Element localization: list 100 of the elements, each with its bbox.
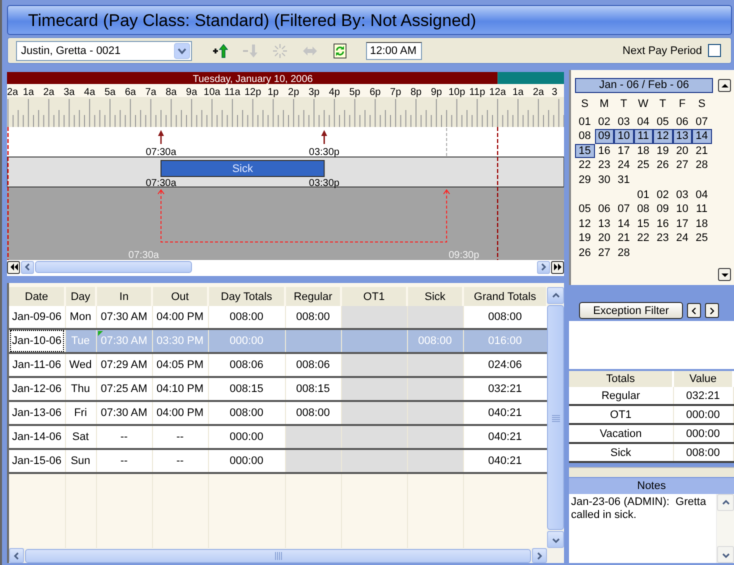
absence-time: 03:30p [308, 178, 340, 189]
calendar-day[interactable]: 14 [614, 216, 634, 232]
calendar-day[interactable]: 31 [614, 172, 634, 188]
calendar-day[interactable]: 04 [692, 188, 712, 202]
calendar-day[interactable]: 25 [692, 231, 712, 246]
calendar-day[interactable]: 24 [672, 231, 692, 246]
column-header[interactable]: Value [673, 371, 733, 387]
calendar-day[interactable]: 02 [653, 188, 672, 202]
calendar-day[interactable]: 06 [594, 202, 614, 217]
scroll-up-button[interactable] [717, 494, 734, 511]
calendar-day[interactable]: 20 [672, 144, 692, 158]
calendar-day[interactable]: 25 [634, 158, 653, 173]
calendar-day[interactable]: 02 [594, 114, 614, 130]
calendar-day[interactable]: 07 [614, 202, 634, 217]
calendar-day[interactable]: 01 [575, 114, 594, 130]
scroll-up-button[interactable] [547, 287, 564, 304]
next-button[interactable] [705, 303, 719, 318]
calendar-day[interactable]: 20 [594, 231, 614, 246]
calendar-day[interactable]: 28 [692, 158, 712, 173]
calendar-day[interactable]: 22 [634, 231, 653, 246]
column-header[interactable]: Regular [285, 287, 341, 306]
calendar-day[interactable]: 22 [575, 158, 594, 173]
table-row[interactable]: Jan-10-06 Tue 07:30 AM 03:30 PM 000:00 008:00 016:00 [9, 329, 547, 353]
column-header[interactable]: Day Totals [208, 287, 285, 306]
calendar-day[interactable]: 23 [594, 158, 614, 173]
left-chevron-icon[interactable] [690, 306, 698, 314]
calendar-day[interactable]: 18 [692, 216, 712, 232]
column-header[interactable]: Sick [407, 287, 463, 306]
checkbox[interactable] [708, 44, 721, 57]
calendar-day[interactable]: 10 [672, 202, 692, 217]
column-header[interactable]: OT1 [341, 287, 407, 306]
calendar-day[interactable]: 26 [575, 246, 594, 261]
calendar-day[interactable]: 27 [594, 246, 614, 261]
scroll-thumb[interactable] [547, 305, 564, 530]
calendar-day[interactable]: 28 [614, 246, 634, 261]
up-chevron-icon[interactable] [720, 498, 730, 508]
table-row[interactable]: Jan-13-06 Fri 07:30 AM 04:00 PM 008:00 008:00 040:21 [9, 401, 547, 425]
calendar-day[interactable]: 14 [692, 129, 712, 144]
calendar-day[interactable]: 09 [594, 129, 614, 144]
calendar-day[interactable]: 19 [653, 144, 672, 158]
table-row[interactable]: Jan-15-06 Sun -- -- 000:00 040:21 [9, 449, 547, 473]
table-cell: 008:00 [296, 407, 330, 419]
calendar-day[interactable]: 08 [634, 202, 653, 217]
calendar-day[interactable]: 06 [672, 114, 692, 130]
column-header[interactable]: Day [65, 287, 96, 306]
table-row[interactable]: Jan-11-06 Wed 07:29 AM 04:05 PM 008:06 008:06 024:06 [9, 353, 547, 377]
scroll-down-button[interactable] [717, 546, 734, 563]
scroll-down-button[interactable] [547, 531, 564, 548]
calendar-day[interactable]: 08 [575, 129, 594, 144]
scroll-thumb[interactable] [25, 548, 531, 562]
exception-filter-button[interactable]: Exception Filter [579, 302, 683, 319]
plus-up-arrow-icon[interactable] [212, 42, 228, 58]
calendar-day[interactable]: 17 [672, 216, 692, 232]
calendar-day[interactable]: 05 [575, 202, 594, 217]
up-chevron-icon[interactable] [550, 290, 560, 300]
right-chevron-icon[interactable] [708, 306, 716, 314]
calendar-day[interactable]: 15 [575, 144, 594, 158]
calendar-day[interactable]: 03 [672, 188, 692, 202]
calendar-day[interactable]: 16 [653, 216, 672, 232]
column-header[interactable]: Grand Totals [463, 287, 547, 306]
calendar-day[interactable]: 11 [634, 129, 653, 144]
calendar-day[interactable]: 16 [594, 144, 614, 158]
calendar-day[interactable]: 30 [594, 172, 614, 188]
calendar-day[interactable]: 15 [634, 216, 653, 232]
calendar-day[interactable]: 13 [594, 216, 614, 232]
refresh-icon[interactable] [332, 42, 348, 58]
calendar-day[interactable]: 27 [672, 158, 692, 173]
table-row[interactable]: Jan-12-06 Thu 07:25 AM 04:10 PM 008:15 008:15 032:21 [9, 377, 547, 401]
calendar-day[interactable]: 26 [653, 158, 672, 173]
schedule-time: 09:30p [448, 250, 480, 260]
calendar-day[interactable]: 10 [614, 129, 634, 144]
calendar-day[interactable]: 18 [634, 144, 653, 158]
calendar-day[interactable]: 17 [614, 144, 634, 158]
table-row[interactable]: Jan-09-06 Mon 07:30 AM 04:00 PM 008:00 008:00 008:00 [9, 306, 547, 329]
calendar-day[interactable]: 12 [575, 216, 594, 232]
column-header[interactable]: Date [9, 287, 65, 306]
column-header[interactable]: Totals [569, 371, 673, 387]
column-header[interactable]: In [96, 287, 152, 306]
table-row[interactable]: Jan-14-06 Sat -- -- 000:00 040:21 [9, 425, 547, 449]
scroll-thumb[interactable] [35, 261, 192, 273]
calendar-day[interactable]: 07 [692, 114, 712, 130]
hour-label: 9p [430, 87, 442, 98]
calendar-day[interactable]: 12 [653, 129, 672, 144]
time-field[interactable]: 12:00 AM [366, 42, 422, 60]
column-header[interactable]: Out [152, 287, 208, 306]
previous-button[interactable] [687, 303, 701, 318]
calendar-day[interactable]: 11 [692, 202, 712, 217]
calendar-day[interactable]: 21 [692, 144, 712, 158]
calendar-day[interactable]: 24 [614, 158, 634, 173]
employee-dropdown[interactable]: Justin, Gretta - 0021 [16, 40, 192, 60]
calendar-day[interactable]: 29 [575, 172, 594, 188]
calendar-day[interactable]: 01 [634, 188, 653, 202]
calendar-day[interactable]: 09 [653, 202, 672, 217]
calendar-day[interactable]: 03 [614, 114, 634, 130]
calendar-day[interactable]: 21 [614, 231, 634, 246]
calendar-day[interactable]: 19 [575, 231, 594, 246]
calendar-day[interactable]: 23 [653, 231, 672, 246]
calendar-day[interactable]: 04 [634, 114, 653, 130]
calendar-day[interactable]: 13 [672, 129, 692, 144]
calendar-day[interactable]: 05 [653, 114, 672, 130]
